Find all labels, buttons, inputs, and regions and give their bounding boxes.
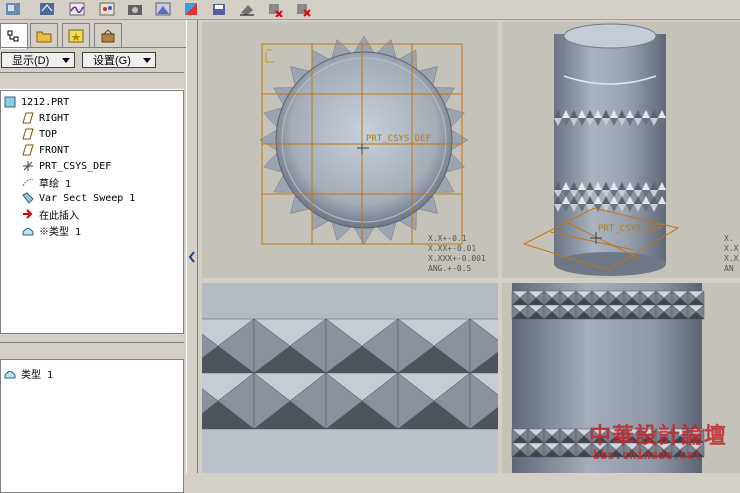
csys-label: PRT_CSYS_DEF	[598, 224, 664, 234]
favorites-icon	[68, 29, 84, 43]
tree-item-insert-here[interactable]: 在此插入	[21, 206, 79, 222]
color-editor-icon[interactable]	[180, 0, 202, 17]
tree-item-label: 1212.PRT	[21, 96, 70, 108]
model-tree-icon	[7, 30, 19, 41]
tree-item-feature-type[interactable]: ※类型 1	[21, 222, 81, 238]
delete-display-icon[interactable]	[264, 0, 286, 17]
iso-view-model	[522, 23, 680, 276]
camera-icon[interactable]	[124, 0, 146, 17]
curve-tool-icon[interactable]	[66, 0, 88, 17]
knurl-closeup	[202, 283, 498, 473]
viewport-divider-horizontal	[198, 279, 740, 282]
tree-item-part[interactable]: 1212.PRT	[3, 94, 69, 110]
datum-plane-icon	[21, 111, 35, 125]
toolbar	[0, 0, 740, 20]
datum-plane-icon	[21, 143, 35, 157]
model-tree: 1212.PRT RIGHT TOP FRONT PRT_CSYS_DEF 草绘…	[0, 90, 184, 334]
tree-item-label: FRONT	[39, 144, 70, 156]
clear-display-icon[interactable]	[292, 0, 314, 17]
eraser-display-icon[interactable]	[236, 0, 258, 17]
watermark-title: 中華設計論壇	[589, 424, 728, 449]
watermark-logo: 中華設計論壇 bbs.chinade.net	[585, 414, 735, 469]
tree-item-top[interactable]: TOP	[21, 126, 57, 142]
csys-icon	[21, 159, 35, 173]
watermark-url: bbs.chinade.net	[593, 448, 702, 462]
save-display-icon[interactable]	[208, 0, 230, 17]
csys-label: PRT_CSYS_DEF	[366, 134, 432, 144]
tab-folder-browser[interactable]	[30, 23, 58, 48]
feature-type-icon	[21, 223, 35, 237]
viewport-top[interactable]: PRT_CSYS_DEF X.X+-0.1 X.XX+-0.01 X.XXX+-…	[202, 22, 498, 278]
feature-type-icon	[3, 366, 17, 380]
panel-splitter[interactable]	[186, 20, 198, 473]
tree-item-right[interactable]: RIGHT	[21, 110, 69, 126]
tree-column-header	[0, 72, 184, 90]
show-menu-button[interactable]: 显示(D)	[1, 52, 75, 68]
palette-icon[interactable]	[96, 0, 118, 17]
settings-menu-button[interactable]: 设置(G)	[82, 52, 156, 68]
list-item-label: 类型 1	[21, 369, 54, 381]
tolerance-table: X.X+-0.1 X.XX+-0.01 X.XXX+-0.001 ANG.+-0…	[428, 234, 486, 273]
chevron-down-icon	[143, 58, 151, 63]
lower-panel-header	[0, 342, 184, 359]
sketch-icon	[21, 175, 35, 189]
collapse-arrow-icon[interactable]	[189, 250, 196, 264]
tree-item-label: RIGHT	[39, 112, 70, 124]
chevron-down-icon	[62, 58, 70, 63]
connections-icon	[101, 29, 115, 43]
scene-icon[interactable]	[152, 0, 174, 17]
folder-icon	[36, 31, 52, 43]
sweep-icon	[21, 191, 35, 205]
shaded-view-icon[interactable]	[2, 0, 24, 17]
tree-item-label: PRT_CSYS_DEF	[39, 160, 112, 172]
part-icon	[3, 95, 17, 109]
insert-here-arrow-icon	[21, 207, 35, 221]
tab-connections[interactable]	[94, 23, 122, 48]
tree-item-label: ※类型 1	[39, 226, 82, 238]
spin-center-icon[interactable]	[36, 0, 58, 17]
tolerance-table: X. X.X X.X AN	[724, 234, 739, 273]
tree-item-sketch[interactable]: 草绘 1	[21, 174, 71, 190]
settings-menu-label: 设置(G)	[93, 55, 131, 67]
tree-item-label: Var Sect Sweep 1	[39, 192, 136, 204]
viewport-isometric[interactable]: PRT_CSYS_DEF X. X.X X.X AN	[502, 22, 740, 278]
tree-item-front[interactable]: FRONT	[21, 142, 69, 158]
tree-item-label: 草绘 1	[39, 178, 72, 190]
model-tree-panel: 显示(D) 设置(G) 1212.PRT RIGHT TOP FRONT PRT…	[0, 20, 186, 493]
datum-plane-icon	[21, 127, 35, 141]
tree-item-label: TOP	[39, 128, 58, 140]
tab-favorites[interactable]	[62, 23, 90, 48]
list-item[interactable]: 类型 1	[3, 365, 53, 381]
tab-model-tree[interactable]	[0, 23, 28, 49]
tree-item-csys[interactable]: PRT_CSYS_DEF	[21, 158, 111, 174]
viewport-front-zoom[interactable]	[202, 283, 498, 473]
tree-item-label: 在此插入	[39, 210, 79, 222]
show-menu-label: 显示(D)	[12, 55, 50, 67]
tree-item-sweep[interactable]: Var Sect Sweep 1	[21, 190, 135, 206]
viewport-divider-vertical	[499, 20, 501, 473]
